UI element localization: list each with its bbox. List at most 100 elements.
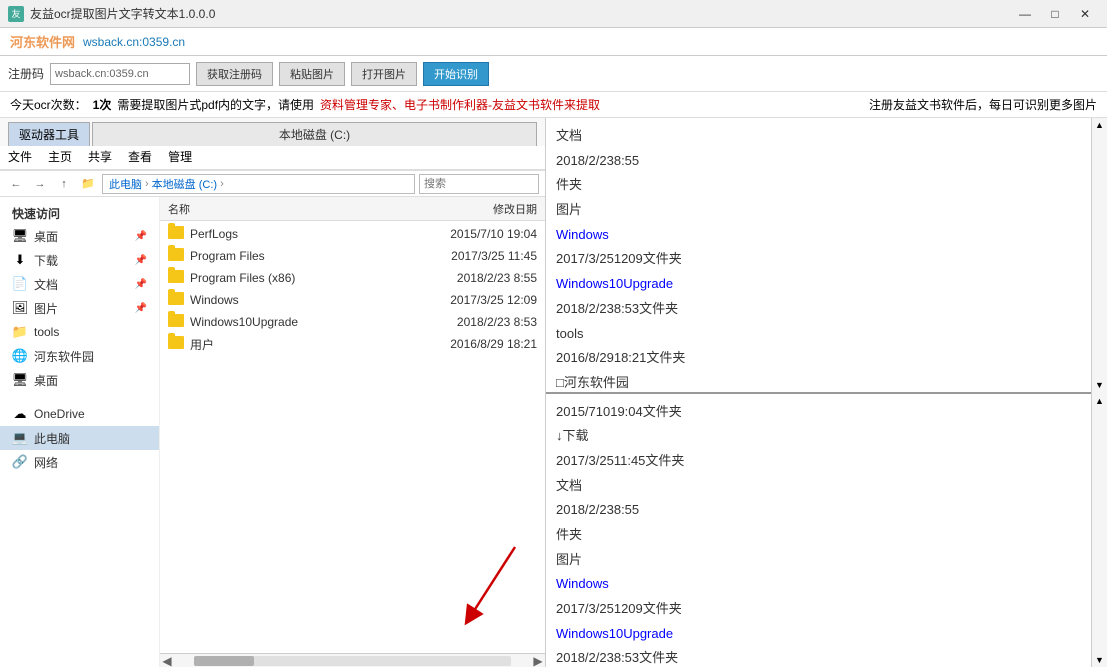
sidebar-label-desktop1: 桌面 xyxy=(34,228,58,245)
app-icon: 友 xyxy=(8,6,24,22)
nav-up-button[interactable]: ↑ xyxy=(54,174,74,194)
ocr-line: 图片 xyxy=(556,548,1087,573)
path-thispc[interactable]: 此电脑 xyxy=(109,176,142,192)
table-row[interactable]: Windows10Upgrade 2018/2/23 8:53 xyxy=(160,311,545,333)
ocr-count-label: 今天ocr次数： xyxy=(10,96,87,113)
ocr-scroll-up-top[interactable]: ▲ xyxy=(1092,118,1107,132)
ocr-line: 2018/2/238:53文件夹 xyxy=(556,646,1087,667)
table-row[interactable]: 用户 2016/8/29 18:21 xyxy=(160,333,545,355)
ocr-scroll-down-bottom[interactable]: ▼ xyxy=(1092,653,1107,667)
sidebar-item-onedrive[interactable]: ☁ OneDrive xyxy=(0,402,159,426)
sidebar-item-docs[interactable]: 📄 文档 📌 xyxy=(0,272,159,296)
ocr-line: 2018/2/238:55 xyxy=(556,149,1087,174)
file-list-area: 名称 修改日期 PerfLogs 2015/7/10 19:04 Program… xyxy=(160,197,545,667)
info-link[interactable]: 资料管理专家、电子书制作利器-友益文书软件来提取 xyxy=(320,96,600,113)
ocr-count: 1次 xyxy=(93,96,112,113)
ribbon-path-title: 本地磁盘 (C:) xyxy=(92,122,537,146)
ocr-scroll-up-bottom[interactable]: ▲ xyxy=(1092,394,1107,408)
ribbon-tab-share[interactable]: 共享 xyxy=(80,146,120,169)
scroll-left-button[interactable]: ◀ xyxy=(160,654,174,667)
ocr-line: 文档 xyxy=(556,474,1087,499)
paste-img-button[interactable]: 粘贴图片 xyxy=(279,62,345,86)
sidebar-label-network: 网络 xyxy=(34,454,58,471)
file-header-date[interactable]: 修改日期 xyxy=(407,201,537,217)
ocr-line: 件夹 xyxy=(556,173,1087,198)
scroll-right-button[interactable]: ▶ xyxy=(531,654,545,667)
desktop2-icon: 🖥 xyxy=(12,372,28,388)
address-path[interactable]: 此电脑 › 本地磁盘 (C:) › xyxy=(102,174,415,194)
nav-back-button[interactable]: ← xyxy=(6,174,26,194)
onedrive-icon: ☁ xyxy=(12,406,28,422)
ocr-scroll-down-top[interactable]: ▼ xyxy=(1092,378,1107,392)
file-date: 2016/8/29 18:21 xyxy=(407,337,537,351)
search-input[interactable] xyxy=(419,174,539,194)
scrollbar-track[interactable] xyxy=(194,656,511,666)
ocr-line: 图片 xyxy=(556,198,1087,223)
sidebar-label-download: 下载 xyxy=(34,252,58,269)
ocr-line: Windows xyxy=(556,572,1087,597)
ribbon-special-tab[interactable]: 驱动器工具 xyxy=(8,122,90,146)
sidebar-label-hedong: 河东软件园 xyxy=(34,348,94,365)
sidebar: 快速访问 🖥 桌面 📌 ⬇ 下载 📌 📄 文档 📌 xyxy=(0,197,160,667)
ocr-line: 件夹 xyxy=(556,523,1087,548)
thispc-icon: 💻 xyxy=(12,430,28,446)
explorer-pane: 驱动器工具 本地磁盘 (C:) 文件 主页 共享 查看 管理 ← → ↑ 📁 此… xyxy=(0,118,546,667)
ocr-line: 文档 xyxy=(556,124,1087,149)
window-controls[interactable]: — □ ✕ xyxy=(1011,4,1099,24)
bottom-scrollbar[interactable]: ◀ ▶ xyxy=(160,653,545,667)
ocr-line: Windows10Upgrade xyxy=(556,272,1087,297)
sidebar-label-docs: 文档 xyxy=(34,276,58,293)
sidebar-label-thispc: 此电脑 xyxy=(34,430,70,447)
table-row[interactable]: Program Files 2017/3/25 11:45 xyxy=(160,245,545,267)
sidebar-item-network[interactable]: 🔗 网络 xyxy=(0,450,159,474)
download-icon: ⬇ xyxy=(12,252,28,268)
folder-icon xyxy=(168,336,186,352)
table-row[interactable]: Windows 2017/3/25 12:09 xyxy=(160,289,545,311)
ad-site: wsback.cn:0359.cn xyxy=(83,35,185,49)
ribbon-tab-home[interactable]: 主页 xyxy=(40,146,80,169)
close-button[interactable]: ✕ xyxy=(1071,4,1099,24)
maximize-button[interactable]: □ xyxy=(1041,4,1069,24)
scrollbar-thumb[interactable] xyxy=(194,656,254,666)
sidebar-item-thispc[interactable]: 💻 此电脑 xyxy=(0,426,159,450)
file-date: 2017/3/25 12:09 xyxy=(407,293,537,307)
info-right: 注册友益文书软件后，每日可识别更多图片 xyxy=(869,96,1097,113)
start-ocr-button[interactable]: 开始识别 xyxy=(423,62,489,86)
sidebar-item-pictures[interactable]: 🖼 图片 📌 xyxy=(0,296,159,320)
sidebar-item-download[interactable]: ⬇ 下载 📌 xyxy=(0,248,159,272)
ocr-line: 2016/8/2918:21文件夹 xyxy=(556,346,1087,371)
ribbon-tab-view[interactable]: 查看 xyxy=(120,146,160,169)
file-date: 2015/7/10 19:04 xyxy=(407,227,537,241)
minimize-button[interactable]: — xyxy=(1011,4,1039,24)
nav-forward-button[interactable]: → xyxy=(30,174,50,194)
ocr-line: 2017/3/2511:45文件夹 xyxy=(556,449,1087,474)
ocr-output-top: 文档 2018/2/238:55 件夹 图片 Windows 2017/3/25… xyxy=(546,118,1107,394)
pictures-icon: 🖼 xyxy=(12,300,28,316)
pin-icon-desktop1: 📌 xyxy=(135,231,147,242)
open-img-button[interactable]: 打开图片 xyxy=(351,62,417,86)
tools-icon: 📁 xyxy=(12,324,28,340)
table-row[interactable]: PerfLogs 2015/7/10 19:04 xyxy=(160,223,545,245)
pin-icon-download: 📌 xyxy=(135,255,147,266)
get-regcode-button[interactable]: 获取注册码 xyxy=(196,62,273,86)
address-bar: ← → ↑ 📁 此电脑 › 本地磁盘 (C:) › xyxy=(0,171,545,197)
ocr-line: 2017/3/251209文件夹 xyxy=(556,597,1087,622)
docs-icon: 📄 xyxy=(12,276,28,292)
table-row[interactable]: Program Files (x86) 2018/2/23 8:55 xyxy=(160,267,545,289)
path-drive[interactable]: 本地磁盘 (C:) xyxy=(152,176,217,192)
ribbon-tab-manage[interactable]: 管理 xyxy=(160,146,200,169)
main-area: 驱动器工具 本地磁盘 (C:) 文件 主页 共享 查看 管理 ← → ↑ 📁 此… xyxy=(0,118,1107,667)
ocr-line: Windows xyxy=(556,223,1087,248)
file-name: Windows xyxy=(190,293,407,307)
sidebar-item-tools[interactable]: 📁 tools xyxy=(0,320,159,344)
sidebar-item-desktop2[interactable]: 🖥 桌面 xyxy=(0,368,159,392)
ocr-line: 2015/71019:04文件夹 xyxy=(556,400,1087,425)
sidebar-item-desktop1[interactable]: 🖥 桌面 📌 xyxy=(0,224,159,248)
ribbon-tab-file[interactable]: 文件 xyxy=(0,146,40,169)
file-date: 2018/2/23 8:53 xyxy=(407,315,537,329)
folder-icon xyxy=(168,292,186,308)
regcode-input[interactable] xyxy=(50,63,190,85)
sidebar-item-hedong[interactable]: 🌐 河东软件园 xyxy=(0,344,159,368)
file-header-name[interactable]: 名称 xyxy=(168,201,407,217)
nav-folder-icon: 📁 xyxy=(78,174,98,194)
